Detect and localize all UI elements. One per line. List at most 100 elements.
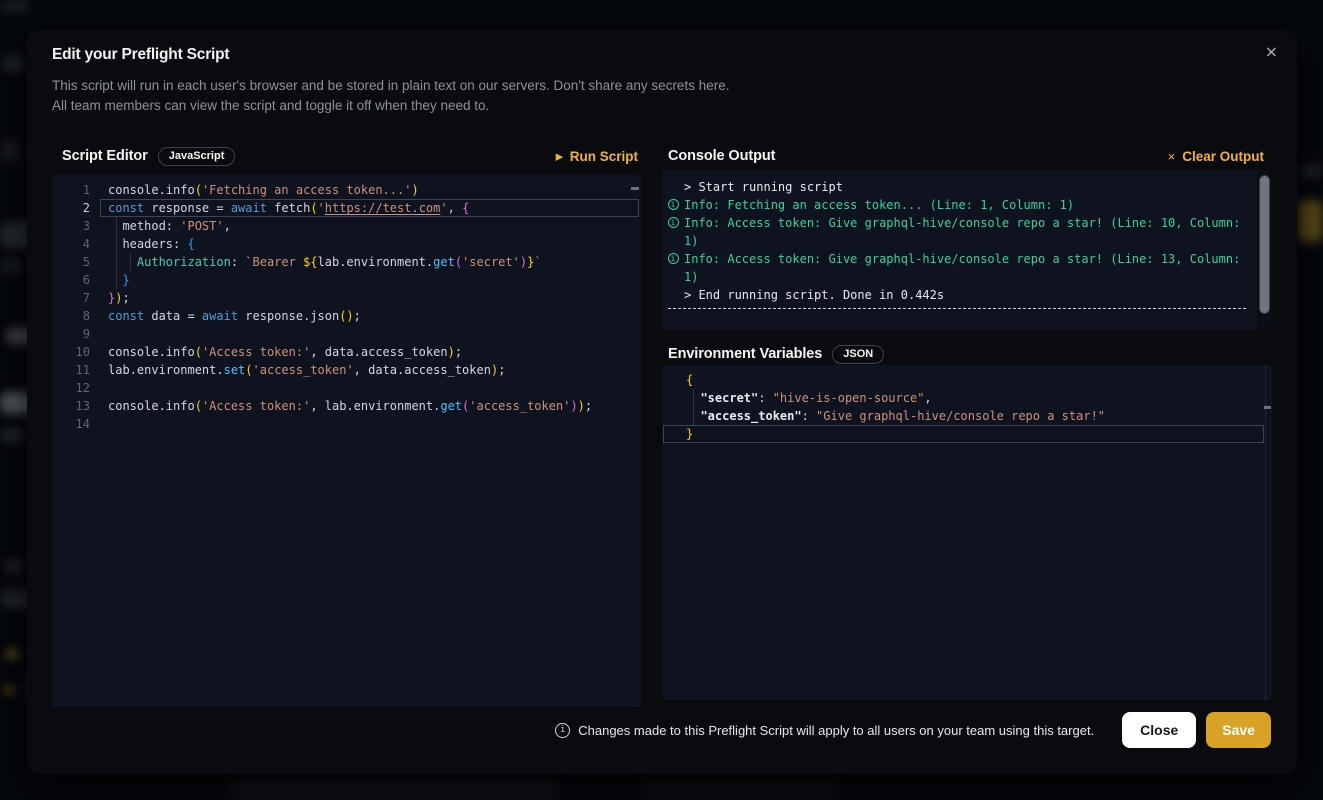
console-line-text: Info: Access token: Give graphql-hive/co… bbox=[684, 250, 1246, 286]
code-text: headers: { bbox=[108, 235, 195, 253]
console-line: i Info: Access token: Give graphql-hive/c… bbox=[662, 214, 1272, 250]
environment-variables-header: Environment Variables JSON bbox=[662, 342, 1272, 366]
code-text: } bbox=[108, 271, 130, 289]
play-icon: ▶ bbox=[556, 152, 563, 161]
code-token: ) bbox=[578, 399, 585, 413]
code-text: "secret": "hive-is-open-source", bbox=[686, 389, 932, 407]
env-line: "secret": "hive-is-open-source", bbox=[662, 389, 1272, 407]
code-line: 7}); bbox=[52, 289, 641, 307]
backdrop-blob bbox=[0, 428, 24, 442]
code-token: fetch bbox=[267, 201, 310, 215]
code-token: await bbox=[231, 201, 267, 215]
clear-output-button[interactable]: × Clear Output bbox=[1168, 149, 1264, 164]
code-token: 'POST' bbox=[180, 219, 223, 233]
code-token: 'Access token:' bbox=[202, 399, 310, 413]
environment-variables-editor[interactable]: { "secret": "hive-is-open-source", "acce… bbox=[662, 365, 1272, 700]
code-token: await bbox=[202, 309, 238, 323]
info-circle-icon: i bbox=[668, 217, 679, 228]
run-script-button[interactable]: ▶ Run Script bbox=[556, 149, 638, 164]
code-text: console.info('Access token:', lab.enviro… bbox=[108, 397, 592, 415]
code-text: Authorization: `Bearer ${lab.environment… bbox=[108, 253, 542, 271]
code-line: 14 bbox=[52, 415, 641, 433]
code-token: () bbox=[339, 309, 353, 323]
modal-description-line1: This script will run in each user's brow… bbox=[52, 76, 729, 96]
clear-icon: × bbox=[1168, 150, 1176, 163]
console-lines: > Start running scriptiInfo: Fetching an… bbox=[662, 178, 1272, 309]
code-token: lab.environment. bbox=[108, 363, 224, 377]
code-token: ( bbox=[195, 183, 202, 197]
env-scrollbar-track[interactable] bbox=[1265, 365, 1266, 700]
preflight-script-modal: × Edit your Preflight Script This script… bbox=[27, 30, 1297, 774]
code-token: , bbox=[924, 391, 931, 405]
close-button[interactable]: Close bbox=[1122, 712, 1196, 748]
code-line: 5 Authorization: `Bearer ${lab.environme… bbox=[52, 253, 641, 271]
code-line: 3 method: 'POST', bbox=[52, 217, 641, 235]
line-number: 13 bbox=[52, 397, 108, 415]
console-line-text: > Start running script bbox=[684, 178, 843, 196]
code-token: 'Fetching an access token...' bbox=[202, 183, 412, 197]
code-token: get bbox=[440, 399, 462, 413]
code-token: "secret" bbox=[686, 391, 758, 405]
code-token: method: bbox=[108, 219, 180, 233]
line-number: 14 bbox=[52, 415, 108, 433]
code-line: 4 headers: { bbox=[52, 235, 641, 253]
code-token: ' bbox=[318, 201, 325, 215]
console-line-text: Info: Access token: Give graphql-hive/co… bbox=[684, 214, 1246, 250]
modal-description-line2: All team members can view the script and… bbox=[52, 96, 489, 116]
script-editor-lines: 1console.info('Fetching an access token.… bbox=[52, 181, 641, 433]
code-text: const response = await fetch('https://te… bbox=[108, 199, 469, 217]
script-editor[interactable]: 1console.info('Fetching an access token.… bbox=[52, 175, 641, 707]
code-token: 'access_token' bbox=[469, 399, 570, 413]
line-number: 6 bbox=[52, 271, 108, 289]
env-line: { bbox=[662, 371, 1272, 389]
code-token: response.json bbox=[238, 309, 339, 323]
code-token: "hive-is-open-source" bbox=[773, 391, 925, 405]
info-icon: i bbox=[666, 253, 680, 264]
code-token: : bbox=[802, 409, 816, 423]
script-editor-header: Script Editor JavaScript ▶ Run Script bbox=[52, 144, 641, 168]
code-token: https://test.com bbox=[325, 201, 441, 215]
info-icon: i bbox=[555, 723, 570, 738]
json-badge: JSON bbox=[832, 345, 884, 364]
code-text: }); bbox=[108, 289, 130, 307]
code-token: "Give graphql-hive/console repo a star!" bbox=[816, 409, 1105, 423]
line-number: 3 bbox=[52, 217, 108, 235]
code-token: , bbox=[224, 219, 231, 233]
backdrop-blob bbox=[1298, 200, 1323, 242]
code-token: ' bbox=[440, 201, 447, 215]
code-token: ; bbox=[354, 309, 361, 323]
code-token: ( bbox=[245, 363, 252, 377]
code-token: : bbox=[231, 255, 245, 269]
console-line: > End running script. Done in 0.442s bbox=[662, 286, 1272, 304]
console-scrollbar-thumb[interactable] bbox=[1259, 175, 1270, 314]
code-token: { bbox=[187, 237, 194, 251]
code-text: const data = await response.json(); bbox=[108, 307, 361, 325]
javascript-badge: JavaScript bbox=[158, 147, 236, 166]
code-token bbox=[108, 273, 122, 287]
code-token: ) bbox=[411, 183, 418, 197]
modal-footer: i Changes made to this Preflight Script … bbox=[555, 706, 1271, 754]
code-token: ` bbox=[534, 255, 541, 269]
save-button[interactable]: Save bbox=[1206, 712, 1271, 748]
backdrop-blob bbox=[0, 258, 22, 274]
code-line: 12 bbox=[52, 379, 641, 397]
code-text: } bbox=[686, 425, 693, 443]
line-number: 5 bbox=[52, 253, 108, 271]
code-token: : bbox=[758, 391, 772, 405]
code-token: { bbox=[686, 373, 693, 387]
line-number: 11 bbox=[52, 361, 108, 379]
code-token: 'Access token:' bbox=[202, 345, 310, 359]
backdrop-blob bbox=[1300, 165, 1323, 177]
code-line: 8const data = await response.json(); bbox=[52, 307, 641, 325]
run-script-label: Run Script bbox=[570, 149, 638, 164]
active-line-highlight bbox=[663, 425, 1264, 443]
code-line: 13console.info('Access token:', lab.envi… bbox=[52, 397, 641, 415]
code-text: { bbox=[686, 371, 693, 389]
code-token bbox=[108, 255, 137, 269]
code-token: ( bbox=[455, 255, 462, 269]
close-icon[interactable]: × bbox=[1265, 44, 1278, 60]
code-token: ) bbox=[448, 345, 455, 359]
line-number: 7 bbox=[52, 289, 108, 307]
code-token: 'access_token' bbox=[253, 363, 354, 377]
footer-note-text: Changes made to this Preflight Script wi… bbox=[578, 723, 1094, 738]
